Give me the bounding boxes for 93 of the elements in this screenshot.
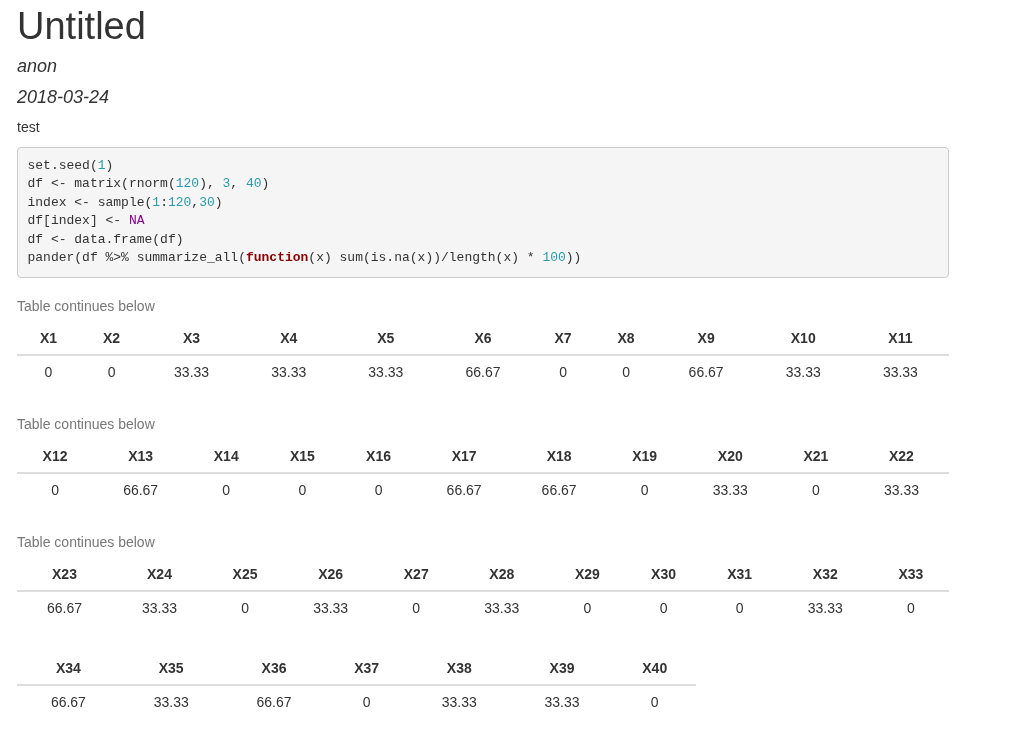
code-line: df <- matrix(rnorm(120), 3, 40) xyxy=(27,175,271,194)
column-header: X31 xyxy=(701,558,778,591)
table-cell: 0 xyxy=(207,591,284,624)
author-name: anon xyxy=(17,55,59,78)
table-cell: 0 xyxy=(325,685,408,718)
table-caption: Table continues below xyxy=(17,416,156,432)
column-header: X7 xyxy=(531,322,595,355)
column-header: X40 xyxy=(613,652,696,685)
table-cell: 0 xyxy=(701,591,778,624)
column-header: X18 xyxy=(511,440,607,473)
document-title: Untitled xyxy=(17,6,147,48)
table-cell: 33.33 xyxy=(754,355,852,388)
table-cell: 66.67 xyxy=(17,685,120,718)
column-header: X27 xyxy=(378,558,455,591)
column-header: X16 xyxy=(340,440,417,473)
column-header: X22 xyxy=(853,440,949,473)
column-header: X33 xyxy=(872,558,949,591)
table-cell: 33.33 xyxy=(112,591,207,624)
table-cell: 33.33 xyxy=(407,685,511,718)
table-cell: 33.33 xyxy=(853,473,949,506)
column-header: X21 xyxy=(777,440,854,473)
table-cell: 0 xyxy=(594,355,658,388)
column-header: X24 xyxy=(112,558,207,591)
table-cell: 33.33 xyxy=(454,591,550,624)
table-caption: Table continues below xyxy=(17,534,156,550)
table-cell: 0 xyxy=(872,591,949,624)
table-cell: 0 xyxy=(531,355,595,388)
code-line: pander(df %>% summarize_all(function(x) sum(is.na(x))/length(x) * 100)) xyxy=(27,249,583,268)
column-header: X1 xyxy=(17,322,80,355)
code-line: set.seed(1) xyxy=(27,157,115,175)
table-cell: 0 xyxy=(549,591,626,624)
table-cell: 33.33 xyxy=(337,355,435,388)
column-header: X12 xyxy=(17,440,94,473)
column-header: X28 xyxy=(454,558,550,591)
column-header: X38 xyxy=(407,652,511,685)
table-cell: 66.67 xyxy=(93,473,189,506)
column-header: X15 xyxy=(264,440,341,473)
table-cell: 0 xyxy=(777,473,854,506)
column-header: X9 xyxy=(657,322,755,355)
table-cell: 0 xyxy=(625,591,702,624)
table-cell: 66.67 xyxy=(511,473,607,506)
column-header: X37 xyxy=(325,652,408,685)
table-cell: 66.67 xyxy=(657,355,755,388)
table-cell: 33.33 xyxy=(143,355,241,388)
column-header: X35 xyxy=(119,652,223,685)
column-header: X26 xyxy=(283,558,379,591)
column-header: X19 xyxy=(606,440,683,473)
table-cell: 33.33 xyxy=(510,685,614,718)
column-header: X8 xyxy=(594,322,658,355)
table-cell: 0 xyxy=(613,685,696,718)
code-line: df[index] <- NA xyxy=(27,212,146,231)
table-cell: 0 xyxy=(188,473,265,506)
table-cell: 0 xyxy=(17,473,94,506)
table-cell: 33.33 xyxy=(682,473,778,506)
table-cell: 33.33 xyxy=(119,685,223,718)
code-line: index <- sample(1:120,30) xyxy=(27,194,224,212)
column-header: X10 xyxy=(754,322,852,355)
column-header: X17 xyxy=(416,440,512,473)
column-header: X32 xyxy=(777,558,873,591)
column-header: X6 xyxy=(434,322,532,355)
column-header: X39 xyxy=(510,652,614,685)
table-cell: 66.67 xyxy=(17,591,112,624)
table-cell: 33.33 xyxy=(777,591,873,624)
table-cell: 0 xyxy=(80,355,144,388)
column-header: X14 xyxy=(188,440,265,473)
table-cell: 66.67 xyxy=(416,473,512,506)
table-cell: 33.33 xyxy=(283,591,379,624)
table-cell: 66.67 xyxy=(222,685,326,718)
table-cell: 33.33 xyxy=(851,355,949,388)
document-date: 2018-03-24 xyxy=(17,87,111,109)
column-header: X4 xyxy=(240,322,338,355)
table-cell: 0 xyxy=(378,591,455,624)
column-header: X3 xyxy=(143,322,241,355)
code-line: df <- data.frame(df) xyxy=(27,231,185,249)
column-header: X25 xyxy=(207,558,284,591)
table-cell: 0 xyxy=(606,473,683,506)
column-header: X36 xyxy=(222,652,326,685)
column-header: X29 xyxy=(549,558,626,591)
table-caption: Table continues below xyxy=(17,298,156,314)
column-header: X11 xyxy=(851,322,949,355)
table-cell: 66.67 xyxy=(434,355,532,388)
column-header: X23 xyxy=(17,558,112,591)
column-header: X2 xyxy=(80,322,144,355)
column-header: X34 xyxy=(17,652,120,685)
column-header: X20 xyxy=(682,440,778,473)
table-cell: 0 xyxy=(264,473,341,506)
column-header: X30 xyxy=(625,558,702,591)
table-cell: 33.33 xyxy=(240,355,338,388)
column-header: X13 xyxy=(93,440,189,473)
body-text: test xyxy=(17,119,41,135)
table-cell: 0 xyxy=(340,473,417,506)
table-cell: 0 xyxy=(17,355,80,388)
column-header: X5 xyxy=(337,322,435,355)
